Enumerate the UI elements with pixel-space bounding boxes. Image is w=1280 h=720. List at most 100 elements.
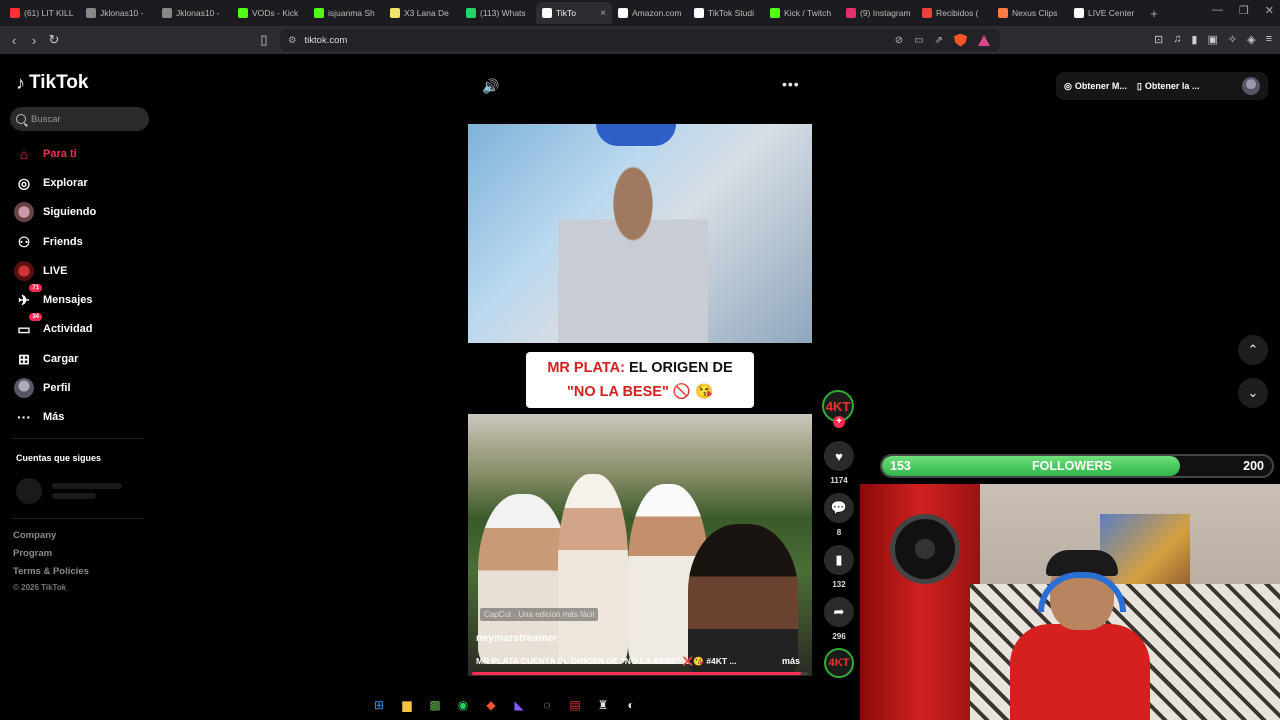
tab-label: VODs - Kick xyxy=(252,8,299,18)
browser-tab[interactable]: (9) Instagram xyxy=(840,2,916,24)
brave-icon[interactable]: ◆ xyxy=(482,696,500,714)
share-arrow-icon[interactable]: ➦ xyxy=(824,597,854,627)
sidebar-item-siguiendo[interactable]: Siguiendo xyxy=(14,202,96,222)
sidebar-item-friends[interactable]: ⚇ Friends xyxy=(14,232,83,252)
tab-favicon-icon xyxy=(770,8,780,18)
forward-icon[interactable]: › xyxy=(24,33,44,48)
sidebar-item-explorar[interactable]: ◎ Explorar xyxy=(14,173,88,193)
browser-tab[interactable]: Nexus Clips xyxy=(992,2,1068,24)
video-username[interactable]: neymarstreamer xyxy=(476,632,558,644)
sidebar-item-live[interactable]: LIVE xyxy=(14,261,67,281)
share-icon[interactable]: ⇗ xyxy=(935,35,943,46)
video-hat xyxy=(596,124,676,146)
spotify-icon[interactable]: ◉ xyxy=(454,696,472,714)
tab-label: Recibidos ( xyxy=(936,8,979,18)
browser-tab[interactable]: (113) Whats xyxy=(460,2,536,24)
sidebar-item-cargar[interactable]: ⊞ Cargar xyxy=(14,349,78,369)
next-video-button[interactable]: ⌄ xyxy=(1238,378,1268,408)
browser-tab[interactable]: TikTo × xyxy=(536,2,612,24)
more-options-icon[interactable]: ••• xyxy=(782,76,800,92)
caption-red-2: "NO LA BESE" xyxy=(566,384,669,400)
search-input[interactable] xyxy=(31,113,141,125)
comment-action[interactable]: 💬 8 xyxy=(824,493,854,537)
comment-icon[interactable]: 💬 xyxy=(824,493,854,523)
browser-tab[interactable]: Kick / Twitch xyxy=(764,2,840,24)
sidebar-divider xyxy=(12,518,144,519)
minimize-icon[interactable]: — xyxy=(1212,4,1223,17)
screenshot-icon[interactable]: ⊡ xyxy=(1154,33,1163,46)
sidebar-item-actividad[interactable]: ▭ 34 Actividad xyxy=(14,313,93,339)
sidebar-item-mensajes[interactable]: ✈ 71 Mensajes xyxy=(14,284,93,310)
music-disc-icon[interactable]: 4KT xyxy=(824,648,854,678)
follow-plus-icon[interactable]: + xyxy=(833,416,845,428)
share-action[interactable]: ➦ 296 xyxy=(824,597,854,641)
block-icon[interactable]: ⊘ xyxy=(895,35,903,46)
video-player[interactable]: MR PLATA: EL ORIGEN DE "NO LA BESE" 🚫 😘 … xyxy=(468,124,812,676)
sidebar-item-perfil[interactable]: Perfil xyxy=(14,378,71,398)
minecraft-icon[interactable]: ▩ xyxy=(426,696,444,714)
leo-ai-icon[interactable]: ✧ xyxy=(1228,33,1237,46)
video-progress-bar[interactable] xyxy=(472,672,808,675)
capcut-tag[interactable]: CapCut · Una edición más fácil xyxy=(480,608,599,621)
user-avatar[interactable] xyxy=(1242,77,1260,95)
sidebar-item-m-s[interactable]: ··· Más xyxy=(14,407,64,427)
avatar xyxy=(14,378,34,398)
cast-icon[interactable]: ▭ xyxy=(914,35,923,46)
video-more-link[interactable]: más xyxy=(782,656,800,666)
video-figure xyxy=(558,144,708,343)
browser-tab[interactable]: (61) LIT KILL xyxy=(4,2,80,24)
browser-tab[interactable]: X3 Lana De xyxy=(384,2,460,24)
search-box[interactable] xyxy=(10,107,149,131)
menu-icon[interactable]: ≡ xyxy=(1266,33,1272,46)
tab-label: Amazon.com xyxy=(632,8,682,18)
footer-company-link[interactable]: Company xyxy=(13,530,56,541)
heart-icon[interactable]: ♥ xyxy=(824,441,854,471)
previous-video-button[interactable]: ⌃ xyxy=(1238,335,1268,365)
browser-tab[interactable]: Amazon.com xyxy=(612,2,688,24)
windows-start-icon[interactable]: ⊞ xyxy=(370,696,388,714)
tab-favicon-icon xyxy=(10,8,20,18)
browser-tab[interactable]: Jklonas10 - xyxy=(156,2,232,24)
browser-tab[interactable]: TikTok Studi xyxy=(688,2,764,24)
browser-tab[interactable]: Jklonas10 - xyxy=(80,2,156,24)
browser-tab[interactable]: isjuanma Sh xyxy=(308,2,384,24)
footer-terms-link[interactable]: Terms & Policies xyxy=(13,566,89,577)
followers-label: FOLLOWERS xyxy=(1032,459,1112,473)
like-action[interactable]: ♥ 1174 xyxy=(824,441,854,485)
obs-icon[interactable]: ◌ xyxy=(538,696,556,714)
vpn-icon[interactable]: ◈ xyxy=(1247,33,1255,46)
tab-close-icon[interactable]: × xyxy=(600,8,606,19)
wallet-icon[interactable]: ▣ xyxy=(1207,33,1217,46)
app2-icon[interactable]: ◐ xyxy=(622,696,640,714)
bookmark-save-icon[interactable]: ▮ xyxy=(824,545,854,575)
footer-program-link[interactable]: Program xyxy=(13,548,52,559)
site-info-icon[interactable]: ⚙ xyxy=(288,35,297,46)
brave-shield-icon[interactable] xyxy=(954,33,967,47)
browser-tab[interactable]: VODs - Kick xyxy=(232,2,308,24)
bookmark-icon[interactable]: ▯ xyxy=(254,32,274,48)
new-tab-icon[interactable]: + xyxy=(1144,6,1164,21)
music-icon[interactable]: ♫ xyxy=(1173,33,1181,46)
file-explorer-icon[interactable]: ▆ xyxy=(398,696,416,714)
save-action[interactable]: ▮ 132 xyxy=(824,545,854,589)
app-icon[interactable]: ♜ xyxy=(594,696,612,714)
following-title: Cuentas que sigues xyxy=(16,453,102,463)
volume-icon[interactable]: 🔊 xyxy=(482,78,499,95)
sidebar-item-para-ti[interactable]: ⌂ Para ti xyxy=(14,144,77,164)
brave-rewards-icon[interactable] xyxy=(978,34,990,46)
reload-icon[interactable]: ↻ xyxy=(44,32,64,48)
address-bar[interactable]: ⚙ tiktok.com ⊘ ▭ ⇗ xyxy=(280,29,1000,51)
sidebar-toggle-icon[interactable]: ▮ xyxy=(1191,33,1197,46)
followers-goal: 200 xyxy=(1243,459,1264,473)
get-coins-button[interactable]: ◎ Obtener M... xyxy=(1064,81,1127,92)
close-window-icon[interactable]: ✕ xyxy=(1265,4,1274,17)
visual-studio-icon[interactable]: ◣ xyxy=(510,696,528,714)
tab-label: LIVE Center xyxy=(1088,8,1135,18)
browser-tab[interactable]: LIVE Center xyxy=(1068,2,1144,24)
restore-icon[interactable]: ❐ xyxy=(1239,4,1249,17)
tiktok-logo[interactable]: ♪ TikTok xyxy=(16,72,88,94)
browser-tab[interactable]: Recibidos ( xyxy=(916,2,992,24)
capture-app-icon[interactable]: ▤ xyxy=(566,696,584,714)
get-app-button[interactable]: ▯ Obtener la ... xyxy=(1137,81,1199,92)
back-icon[interactable]: ‹ xyxy=(4,33,24,48)
